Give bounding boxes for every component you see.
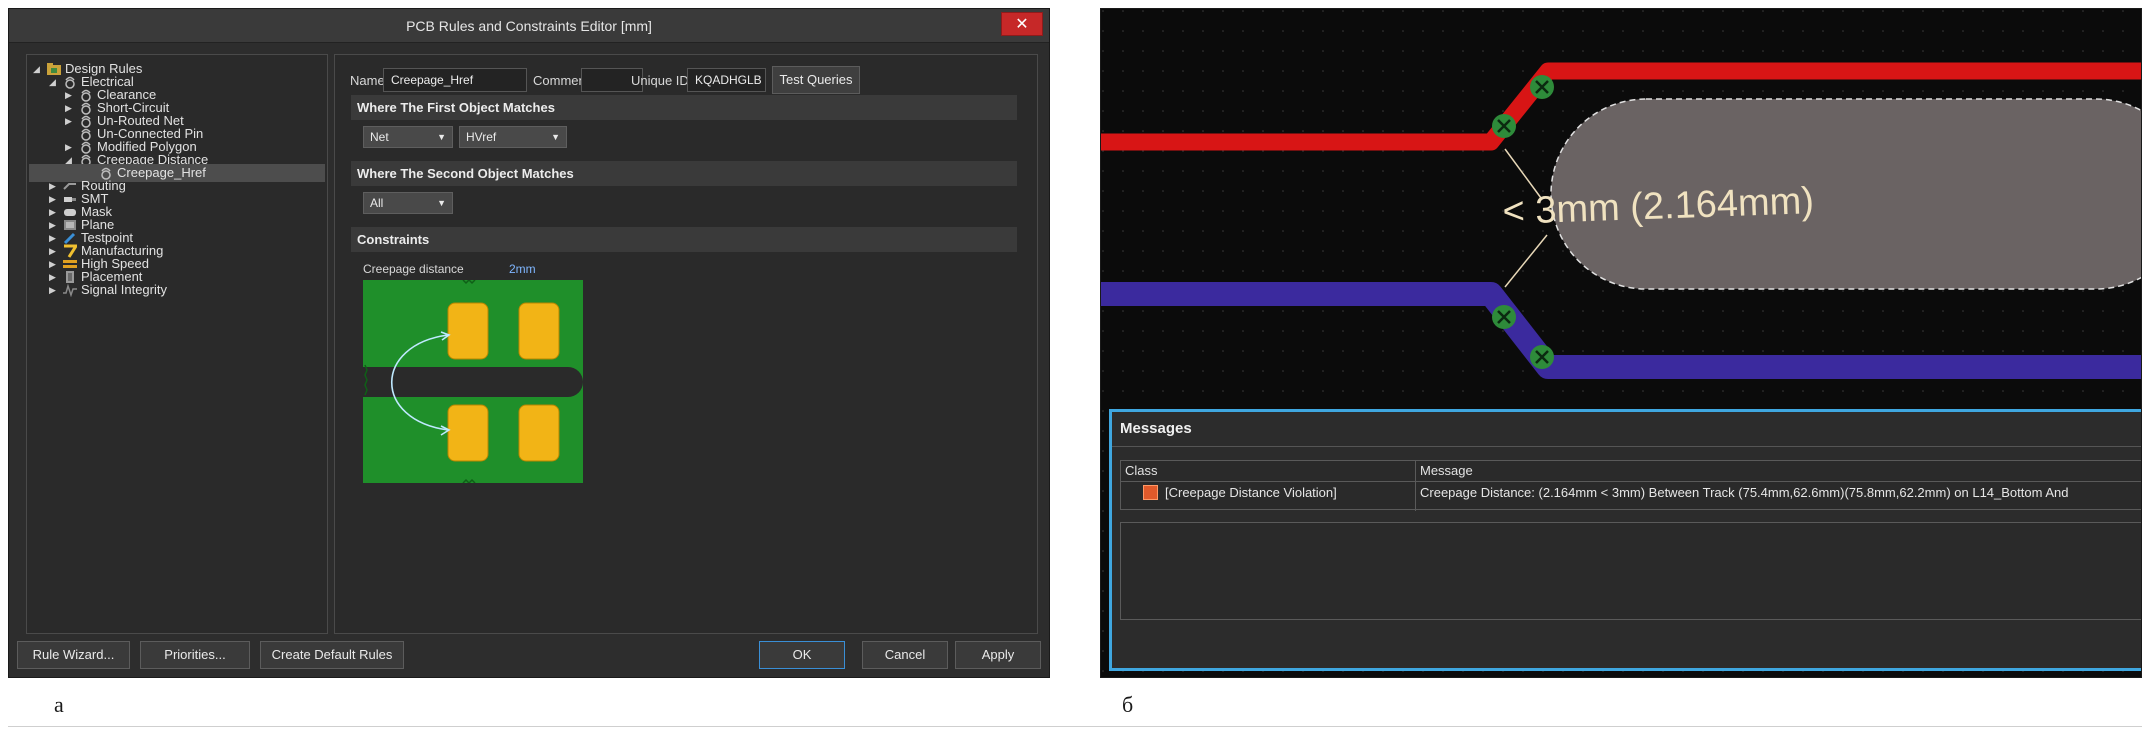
messages-table: Class Message [Creepage Distance Violati… <box>1120 460 2141 511</box>
via-marker-icon[interactable] <box>1492 305 1516 329</box>
first-match-header: Where The First Object Matches <box>351 95 1017 120</box>
rules-editor-dialog: PCB Rules and Constraints Editor [mm] ✕ … <box>8 8 1050 678</box>
expand-arrow-icon[interactable]: ▶ <box>49 281 59 299</box>
second-match-type-value: All <box>370 196 384 210</box>
dropdown-arrow-icon: ▼ <box>437 132 446 142</box>
first-match-value-select[interactable]: HVref ▼ <box>459 126 567 148</box>
tree-item-label: Signal Integrity <box>81 282 167 297</box>
ok-button[interactable]: OK <box>759 641 845 669</box>
message-class-cell[interactable]: [Creepage Distance Violation] <box>1165 483 1337 503</box>
divider <box>1112 446 2141 447</box>
pad-bottom-left <box>447 404 489 462</box>
cancel-button[interactable]: Cancel <box>862 641 948 669</box>
rules-tree: ◢ Design Rules ◢ Electrical ▶ Clearance … <box>26 54 328 634</box>
dropdown-arrow-icon: ▼ <box>437 198 446 208</box>
via-marker-icon[interactable] <box>1530 345 1554 369</box>
via-marker-icon[interactable] <box>1492 114 1516 138</box>
test-queries-button[interactable]: Test Queries <box>772 66 860 94</box>
pad-top-right <box>518 302 560 360</box>
apply-button[interactable]: Apply <box>955 641 1041 669</box>
unique-id-field[interactable]: KQADHGLB <box>687 68 766 92</box>
unique-id-label: Unique ID <box>631 73 689 88</box>
message-text-cell[interactable]: Creepage Distance: (2.164mm < 3mm) Betwe… <box>1420 483 2068 503</box>
column-header-class[interactable]: Class <box>1125 461 1158 481</box>
pcb-view: < 3mm (2.164mm) Messages Class Message [… <box>1100 8 2142 678</box>
second-match-type-select[interactable]: All ▼ <box>363 192 453 214</box>
pad-top-left <box>447 302 489 360</box>
create-default-rules-button[interactable]: Create Default Rules <box>260 641 404 669</box>
constraints-header: Constraints <box>351 227 1017 252</box>
messages-title: Messages <box>1120 420 1192 437</box>
dropdown-arrow-icon: ▼ <box>551 132 560 142</box>
close-button[interactable]: ✕ <box>1001 12 1043 36</box>
tree-item-signal-integrity[interactable]: ▶ Signal Integrity <box>29 281 325 299</box>
name-label: Name <box>350 73 385 88</box>
name-field[interactable]: Creepage_Href <box>383 68 527 92</box>
messages-panel: Messages Class Message [Creepage Distanc… <box>1109 409 2141 671</box>
violation-icon <box>1143 485 1158 500</box>
dialog-titlebar: PCB Rules and Constraints Editor [mm] ✕ <box>9 9 1049 43</box>
column-header-message[interactable]: Message <box>1420 461 1473 481</box>
caption-b: б <box>1122 692 1134 717</box>
creepage-distance-label: Creepage distance <box>363 262 464 276</box>
caption-a: а <box>54 692 64 717</box>
dialog-title: PCB Rules and Constraints Editor [mm] <box>406 18 652 34</box>
divider <box>8 726 2142 727</box>
divider <box>1415 461 1416 511</box>
divider <box>1121 481 2141 482</box>
pad-bottom-right <box>518 404 560 462</box>
via-marker-icon[interactable] <box>1530 75 1554 99</box>
signal-integrity-icon <box>63 283 77 297</box>
rule-wizard-button[interactable]: Rule Wizard... <box>17 641 130 669</box>
first-match-type-select[interactable]: Net ▼ <box>363 126 453 148</box>
messages-detail-area <box>1120 522 2141 620</box>
second-match-header: Where The Second Object Matches <box>351 161 1017 186</box>
first-match-type-value: Net <box>370 130 389 144</box>
rule-properties-pane: Name Creepage_Href Comment Unique ID KQA… <box>334 54 1038 634</box>
priorities-button[interactable]: Priorities... <box>140 641 250 669</box>
creepage-diagram <box>363 280 583 483</box>
creepage-distance-value[interactable]: 2mm <box>509 262 536 276</box>
first-match-net-value: HVref <box>466 130 497 144</box>
